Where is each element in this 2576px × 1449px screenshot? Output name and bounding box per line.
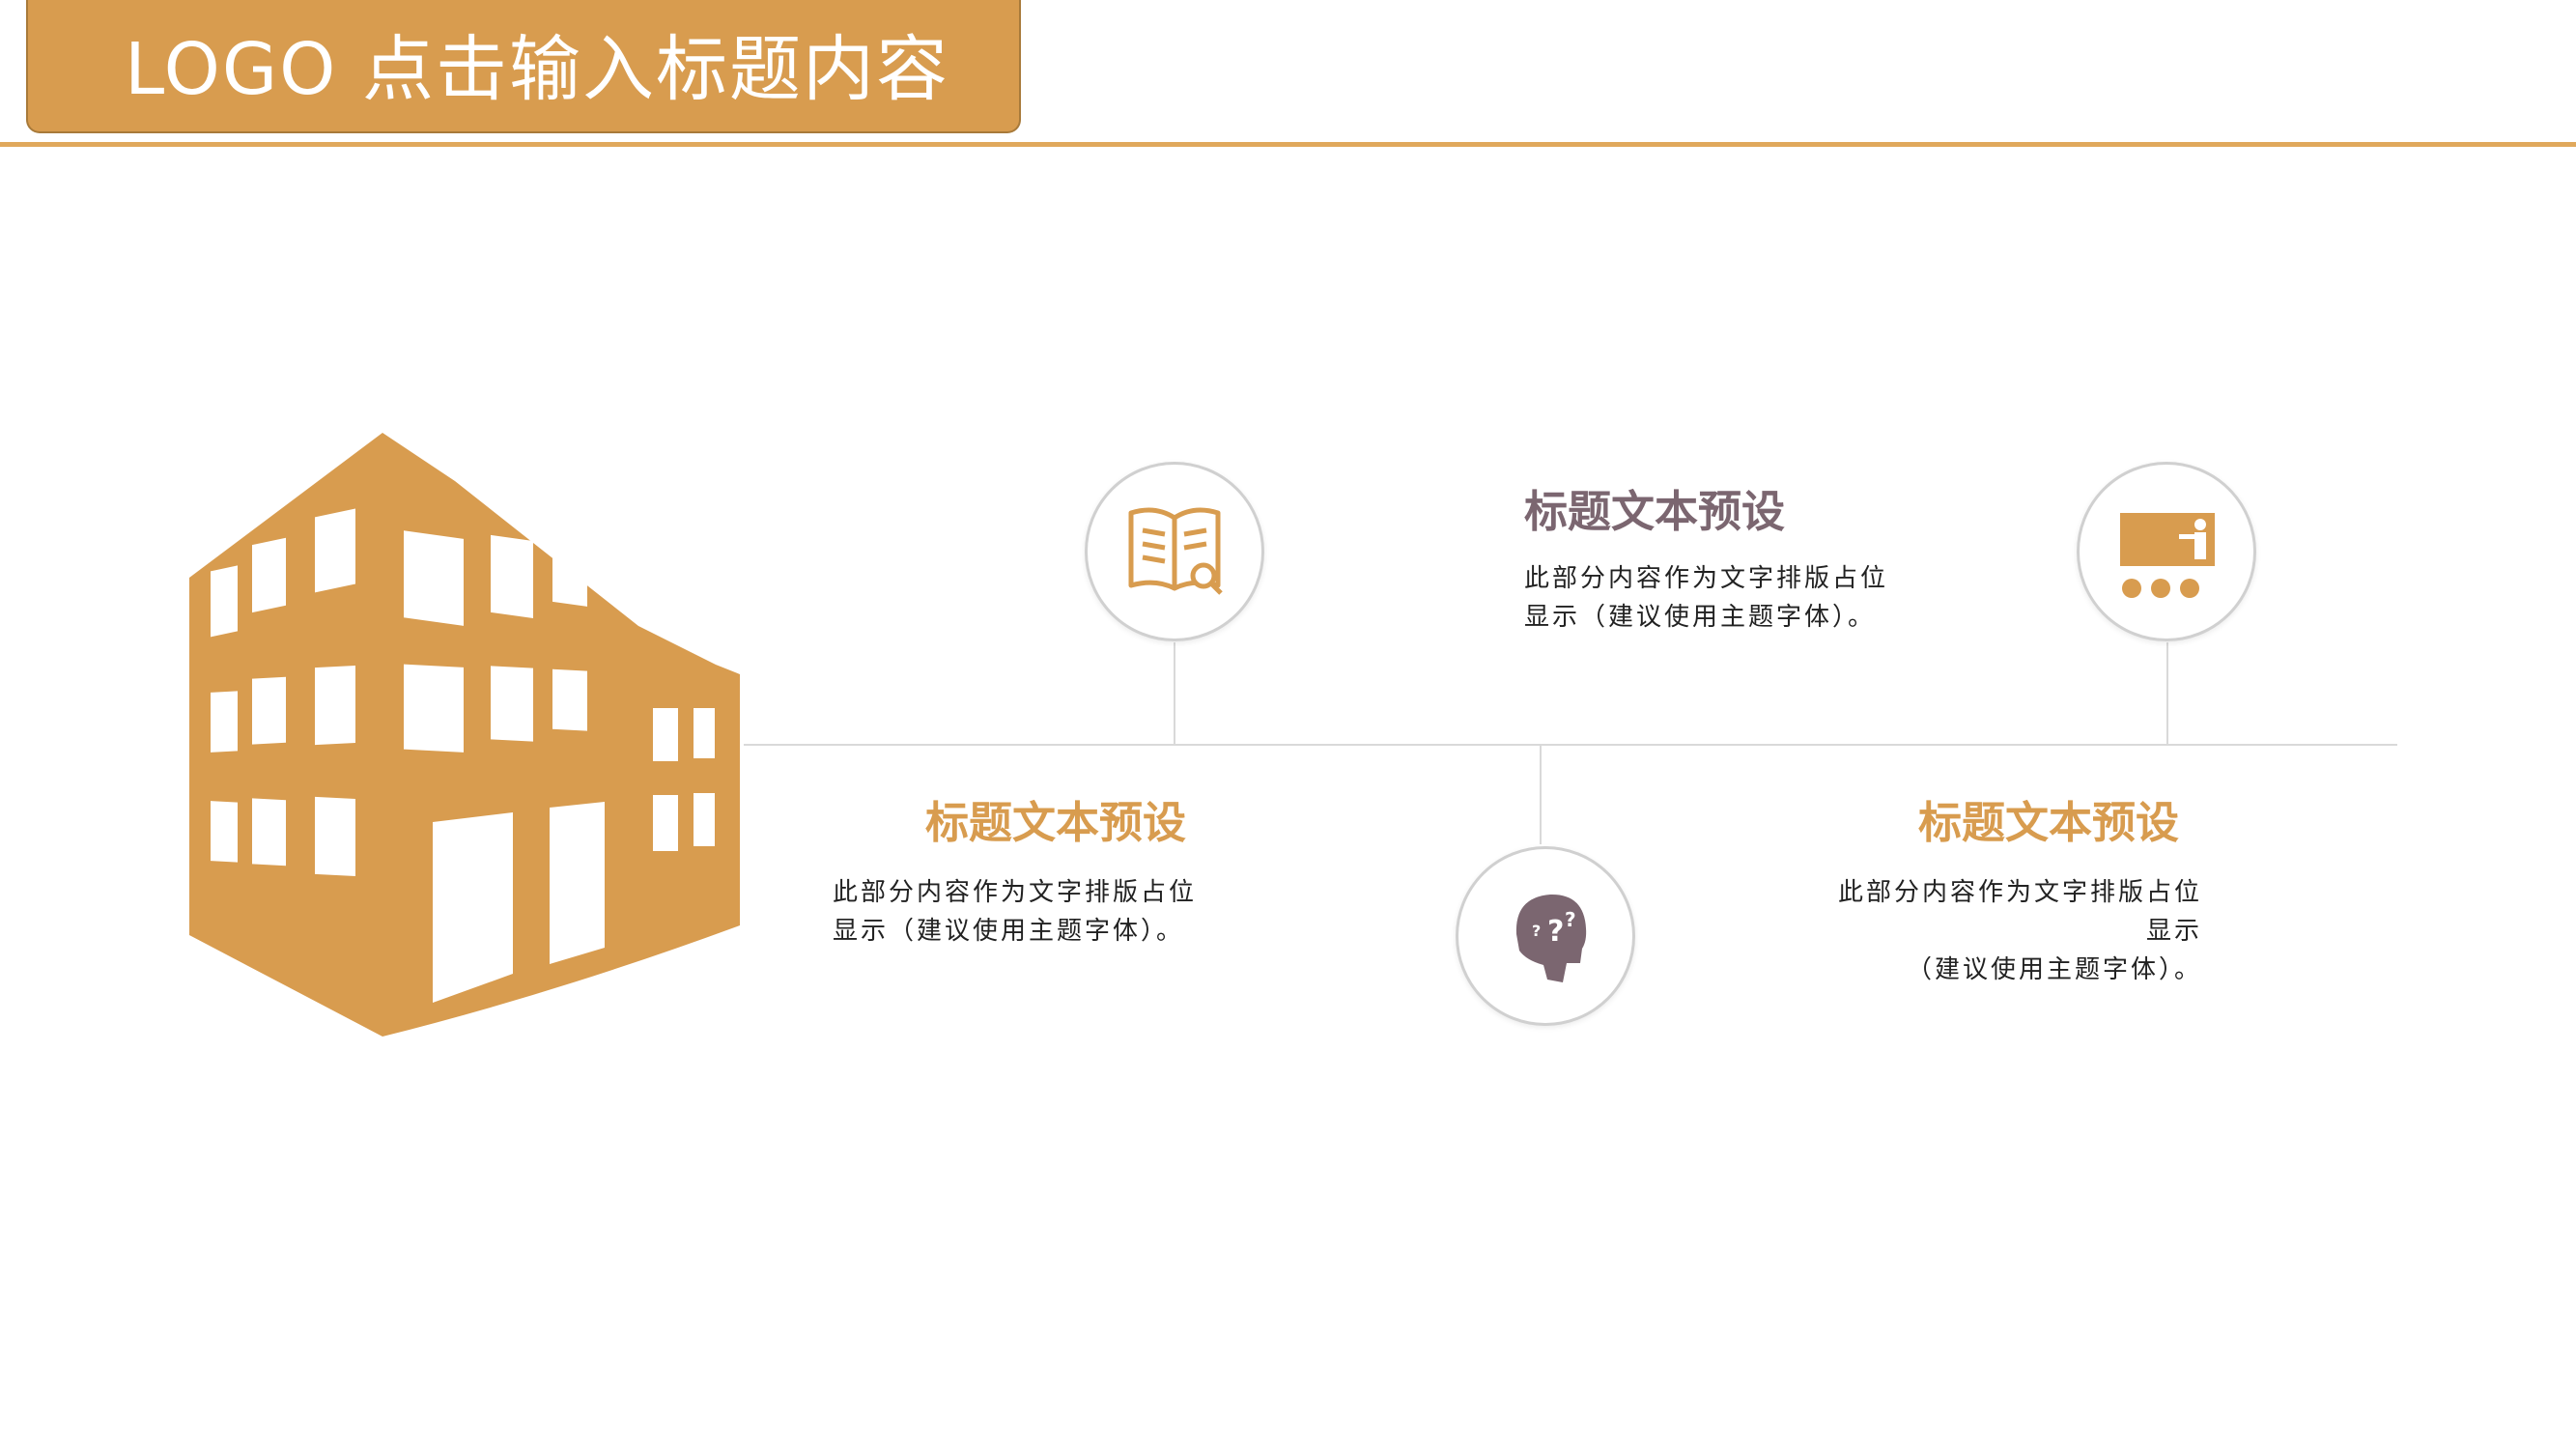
connector-line [2166,642,2168,744]
book-magnifier-icon [1128,507,1223,595]
svg-text:?: ? [1565,908,1576,931]
item-body-left[interactable]: 此部分内容作为文字排版占位 显示（建议使用主题字体）。 [833,873,1238,951]
svg-text:?: ? [1532,922,1541,940]
head-circle[interactable]: ? ? ? [1456,846,1635,1026]
svg-text:?: ? [1547,915,1564,949]
book-circle[interactable] [1085,462,1264,641]
title-banner: LOGO 点击输入标题内容 [26,0,1021,133]
item-title-right[interactable]: 标题文本预设 [1918,797,2179,849]
building-icon [189,433,740,1037]
thinking-head-icon: ? ? ? [1515,894,1587,982]
timeline-axis [744,744,2397,746]
item-body-right[interactable]: 此部分内容作为文字排版占位显示 （建议使用主题字体）。 [1816,873,2202,989]
connector-line [1540,746,1542,844]
item-body-top[interactable]: 此部分内容作为文字排版占位 显示（建议使用主题字体）。 [1524,559,1930,637]
item-title-top[interactable]: 标题文本预设 [1524,486,1785,538]
header-divider [0,142,2576,147]
connector-line [1174,642,1175,744]
item-title-left[interactable]: 标题文本预设 [925,797,1186,849]
presentation-board-icon [2120,513,2215,598]
page-title[interactable]: LOGO 点击输入标题内容 [125,27,949,112]
presentation-circle[interactable] [2077,462,2256,641]
